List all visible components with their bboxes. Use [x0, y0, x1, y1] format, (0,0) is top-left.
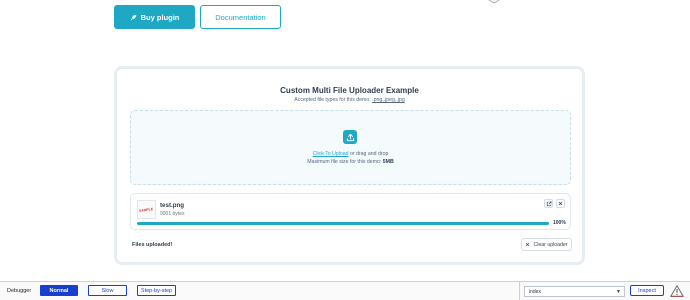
slow-mode-button[interactable]: Slow [88, 285, 127, 296]
max-size-prefix: Maximum file size for this demo: [307, 159, 383, 165]
step-by-step-button[interactable]: Step-by-step [137, 285, 176, 296]
file-thumbnail: SAMPLE [137, 200, 156, 219]
upload-progress-fill [137, 222, 549, 225]
buy-plugin-label: Buy plugin [140, 12, 180, 22]
file-size: 9001 bytes [160, 211, 185, 217]
close-icon [558, 201, 563, 206]
buy-plugin-button[interactable]: Buy plugin [114, 5, 195, 29]
close-icon [526, 242, 530, 247]
warning-icon[interactable] [670, 285, 684, 297]
file-item: SAMPLE test.png 9001 bytes 100% [130, 193, 571, 230]
page: Buy plugin Documentation Custom Multi Fi… [0, 0, 690, 300]
upload-status: Files uploaded! [132, 242, 173, 248]
remove-file-button[interactable] [556, 199, 565, 208]
dropzone[interactable]: Click To Upload or drag and drop Maximum… [130, 110, 571, 185]
max-size-text: Maximum file size for this demo: 5MB [131, 159, 570, 165]
page-select-value: index [529, 288, 541, 295]
documentation-label: Documentation [215, 12, 266, 22]
uploader-card: Custom Multi File Uploader Example Accep… [114, 66, 585, 265]
debugger-label: Debugger [7, 288, 32, 294]
clear-uploader-label: Clear uploader [533, 241, 568, 248]
upload-progress-bar [137, 222, 549, 225]
max-size-value: 5MB [382, 159, 394, 165]
accepted-types-text: Accepted file types for this demo: .png,… [117, 97, 582, 103]
upload-progress-percent: 100% [553, 220, 566, 226]
decoration-icon [488, 0, 500, 4]
uploader-title: Custom Multi File Uploader Example [280, 86, 419, 95]
normal-mode-button[interactable]: Normal [40, 285, 78, 296]
debugger-bar: Debugger Normal Slow Step-by-step index … [0, 281, 690, 300]
upload-icon[interactable] [343, 130, 357, 144]
chevron-down-icon: ▼ [616, 289, 621, 295]
page-select[interactable]: index ▼ [524, 286, 625, 297]
thumbnail-text: SAMPLE [139, 206, 154, 213]
drag-drop-text: or drag and drop [348, 151, 389, 157]
clear-uploader-button[interactable]: Clear uploader [521, 238, 572, 251]
file-name: test.png [160, 202, 185, 209]
documentation-button[interactable]: Documentation [200, 5, 281, 29]
external-link-icon [546, 201, 551, 206]
accepted-types: .png,.jpeg,.jpg [372, 97, 405, 103]
rocket-icon [130, 14, 136, 20]
open-file-button[interactable] [544, 199, 553, 208]
accepted-prefix: Accepted file types for this demo: [294, 97, 373, 103]
dropzone-instructions: Click To Upload or drag and drop [131, 151, 570, 157]
debugger-divider [519, 282, 520, 300]
inspect-button[interactable]: Inspect [630, 285, 664, 296]
click-to-upload-link[interactable]: Click To Upload [313, 151, 349, 157]
